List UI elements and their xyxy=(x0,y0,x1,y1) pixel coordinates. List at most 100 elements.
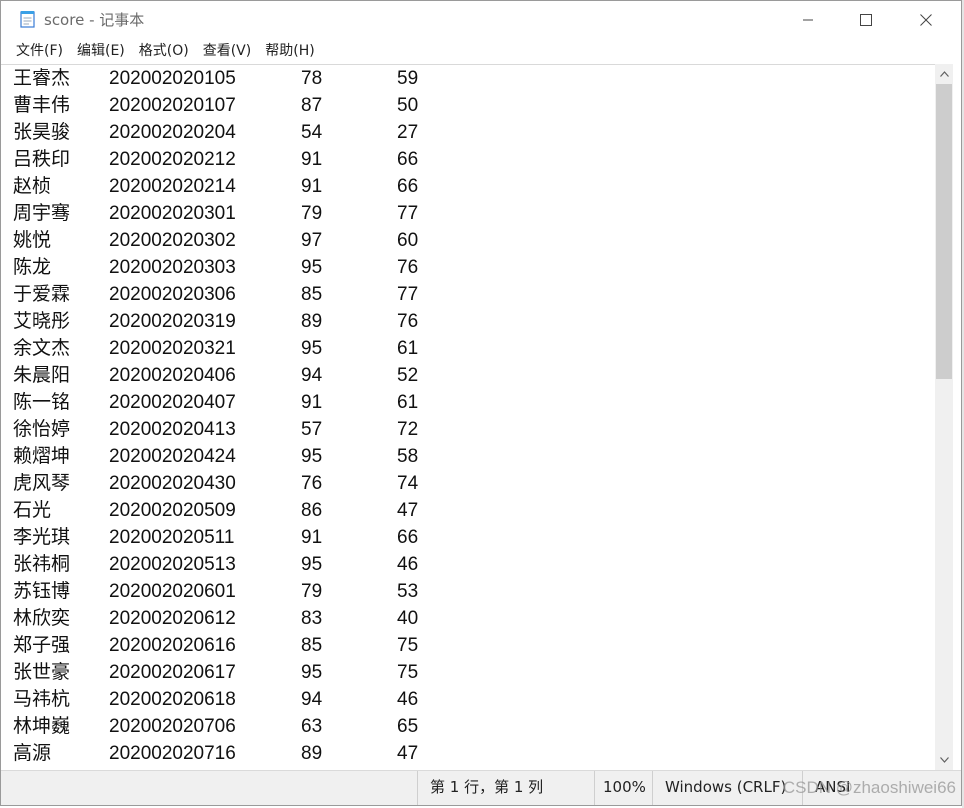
score-1: 63 xyxy=(301,716,323,737)
text-line: 朱晨阳 202002020406 94 52 xyxy=(13,362,453,389)
scroll-down-button[interactable] xyxy=(935,750,953,770)
student-name: 林坤巍 xyxy=(13,715,71,737)
chevron-down-icon xyxy=(939,757,949,763)
score-2: 66 xyxy=(397,176,419,197)
text-line: 张昊骏 202002020204 54 27 xyxy=(13,119,453,146)
score-2: 50 xyxy=(397,95,419,116)
score-1: 94 xyxy=(301,689,323,710)
line-ending: Windows (CRLF) xyxy=(652,771,802,805)
zoom-level: 100% xyxy=(594,771,652,805)
text-line: 曹丰伟 202002020107 87 50 xyxy=(13,92,453,119)
score-1: 95 xyxy=(301,338,323,359)
score-1: 89 xyxy=(301,743,323,764)
student-id: 202002020513 xyxy=(109,554,236,575)
student-id: 202002020407 xyxy=(109,392,236,413)
student-name: 赖熠坤 xyxy=(13,445,71,467)
score-1: 91 xyxy=(301,527,323,548)
score-1: 95 xyxy=(301,257,323,278)
menu-format[interactable]: 格式(O) xyxy=(132,39,196,63)
score-1: 54 xyxy=(301,122,323,143)
student-id: 202002020306 xyxy=(109,284,236,305)
text-line: 高源 202002020716 89 47 xyxy=(13,740,453,767)
title-bar[interactable]: score - 记事本 xyxy=(1,1,961,39)
student-name: 高源 xyxy=(13,742,52,764)
student-id: 202002020413 xyxy=(109,419,236,440)
student-name: 李光琪 xyxy=(13,526,71,548)
student-id: 202002020212 xyxy=(109,149,236,170)
score-2: 75 xyxy=(397,635,419,656)
student-name: 张世豪 xyxy=(13,661,71,683)
score-2: 47 xyxy=(397,500,419,521)
student-id: 202002020214 xyxy=(109,176,236,197)
student-id: 202002020301 xyxy=(109,203,236,224)
score-2: 46 xyxy=(397,554,419,575)
score-2: 59 xyxy=(397,68,419,89)
scroll-thumb[interactable] xyxy=(936,84,952,379)
scroll-up-button[interactable] xyxy=(935,64,953,84)
text-line: 林坤巍 202002020706 63 65 xyxy=(13,713,453,740)
vertical-scrollbar[interactable] xyxy=(935,64,953,770)
text-editor-area[interactable]: 王睿杰 202002020105 78 59 曹丰伟 202002020107 87 50 张昊… xyxy=(1,64,935,771)
student-name: 周宇骞 xyxy=(13,202,71,224)
score-1: 95 xyxy=(301,554,323,575)
student-name: 陈一铭 xyxy=(13,391,71,413)
student-id: 202002020509 xyxy=(109,500,236,521)
student-id: 202002020430 xyxy=(109,473,236,494)
text-line: 张世豪 202002020617 95 75 xyxy=(13,659,453,686)
text-line: 马祎杭 202002020618 94 46 xyxy=(13,686,453,713)
score-2: 76 xyxy=(397,257,419,278)
menu-help[interactable]: 帮助(H) xyxy=(258,39,321,63)
score-2: 75 xyxy=(397,662,419,683)
student-id: 202002020107 xyxy=(109,95,236,116)
score-1: 89 xyxy=(301,311,323,332)
student-name: 郑子强 xyxy=(13,634,71,656)
student-id: 202002020618 xyxy=(109,689,236,710)
student-id: 202002020612 xyxy=(109,608,236,629)
score-1: 86 xyxy=(301,500,323,521)
student-name: 姚悦 xyxy=(13,229,52,251)
score-1: 91 xyxy=(301,392,323,413)
menu-edit[interactable]: 编辑(E) xyxy=(70,39,132,63)
text-line: 张祎桐 202002020513 95 46 xyxy=(13,551,453,578)
minimize-button[interactable] xyxy=(779,1,837,39)
close-button[interactable] xyxy=(897,1,955,39)
menu-file[interactable]: 文件(F) xyxy=(1,39,70,63)
student-name: 于爱霖 xyxy=(13,283,71,305)
student-id: 202002020511 xyxy=(109,527,235,548)
student-name: 徐怡婷 xyxy=(13,418,71,440)
student-id: 202002020321 xyxy=(109,338,236,359)
score-1: 91 xyxy=(301,149,323,170)
window-title: score - 记事本 xyxy=(44,11,145,29)
cursor-position: 第 1 行，第 1 列 xyxy=(417,771,594,805)
score-2: 61 xyxy=(397,392,419,413)
score-2: 76 xyxy=(397,311,419,332)
score-1: 79 xyxy=(301,581,323,602)
score-1: 95 xyxy=(301,446,323,467)
score-2: 58 xyxy=(397,446,419,467)
student-id: 202002020601 xyxy=(109,581,236,602)
maximize-button[interactable] xyxy=(837,1,895,39)
text-line: 周宇骞 202002020301 79 77 xyxy=(13,200,453,227)
menu-view[interactable]: 查看(V) xyxy=(196,39,259,63)
score-1: 87 xyxy=(301,95,323,116)
score-1: 97 xyxy=(301,230,323,251)
score-1: 79 xyxy=(301,203,323,224)
text-line: 石光 202002020509 86 47 xyxy=(13,497,453,524)
minimize-icon xyxy=(803,19,813,21)
score-2: 52 xyxy=(397,365,419,386)
text-line: 王睿杰 202002020105 78 59 xyxy=(13,65,453,92)
student-id: 202002020706 xyxy=(109,716,236,737)
student-name: 王睿杰 xyxy=(13,67,71,89)
score-2: 53 xyxy=(397,581,419,602)
student-name: 石光 xyxy=(13,499,52,521)
student-id: 202002020616 xyxy=(109,635,236,656)
score-1: 95 xyxy=(301,662,323,683)
score-2: 66 xyxy=(397,527,419,548)
student-id: 202002020319 xyxy=(109,311,236,332)
score-2: 66 xyxy=(397,149,419,170)
student-name: 虎风琴 xyxy=(13,472,71,494)
score-1: 57 xyxy=(301,419,323,440)
text-line: 余文杰 202002020321 95 61 xyxy=(13,335,453,362)
student-name: 余文杰 xyxy=(13,337,71,359)
student-id: 202002020302 xyxy=(109,230,236,251)
